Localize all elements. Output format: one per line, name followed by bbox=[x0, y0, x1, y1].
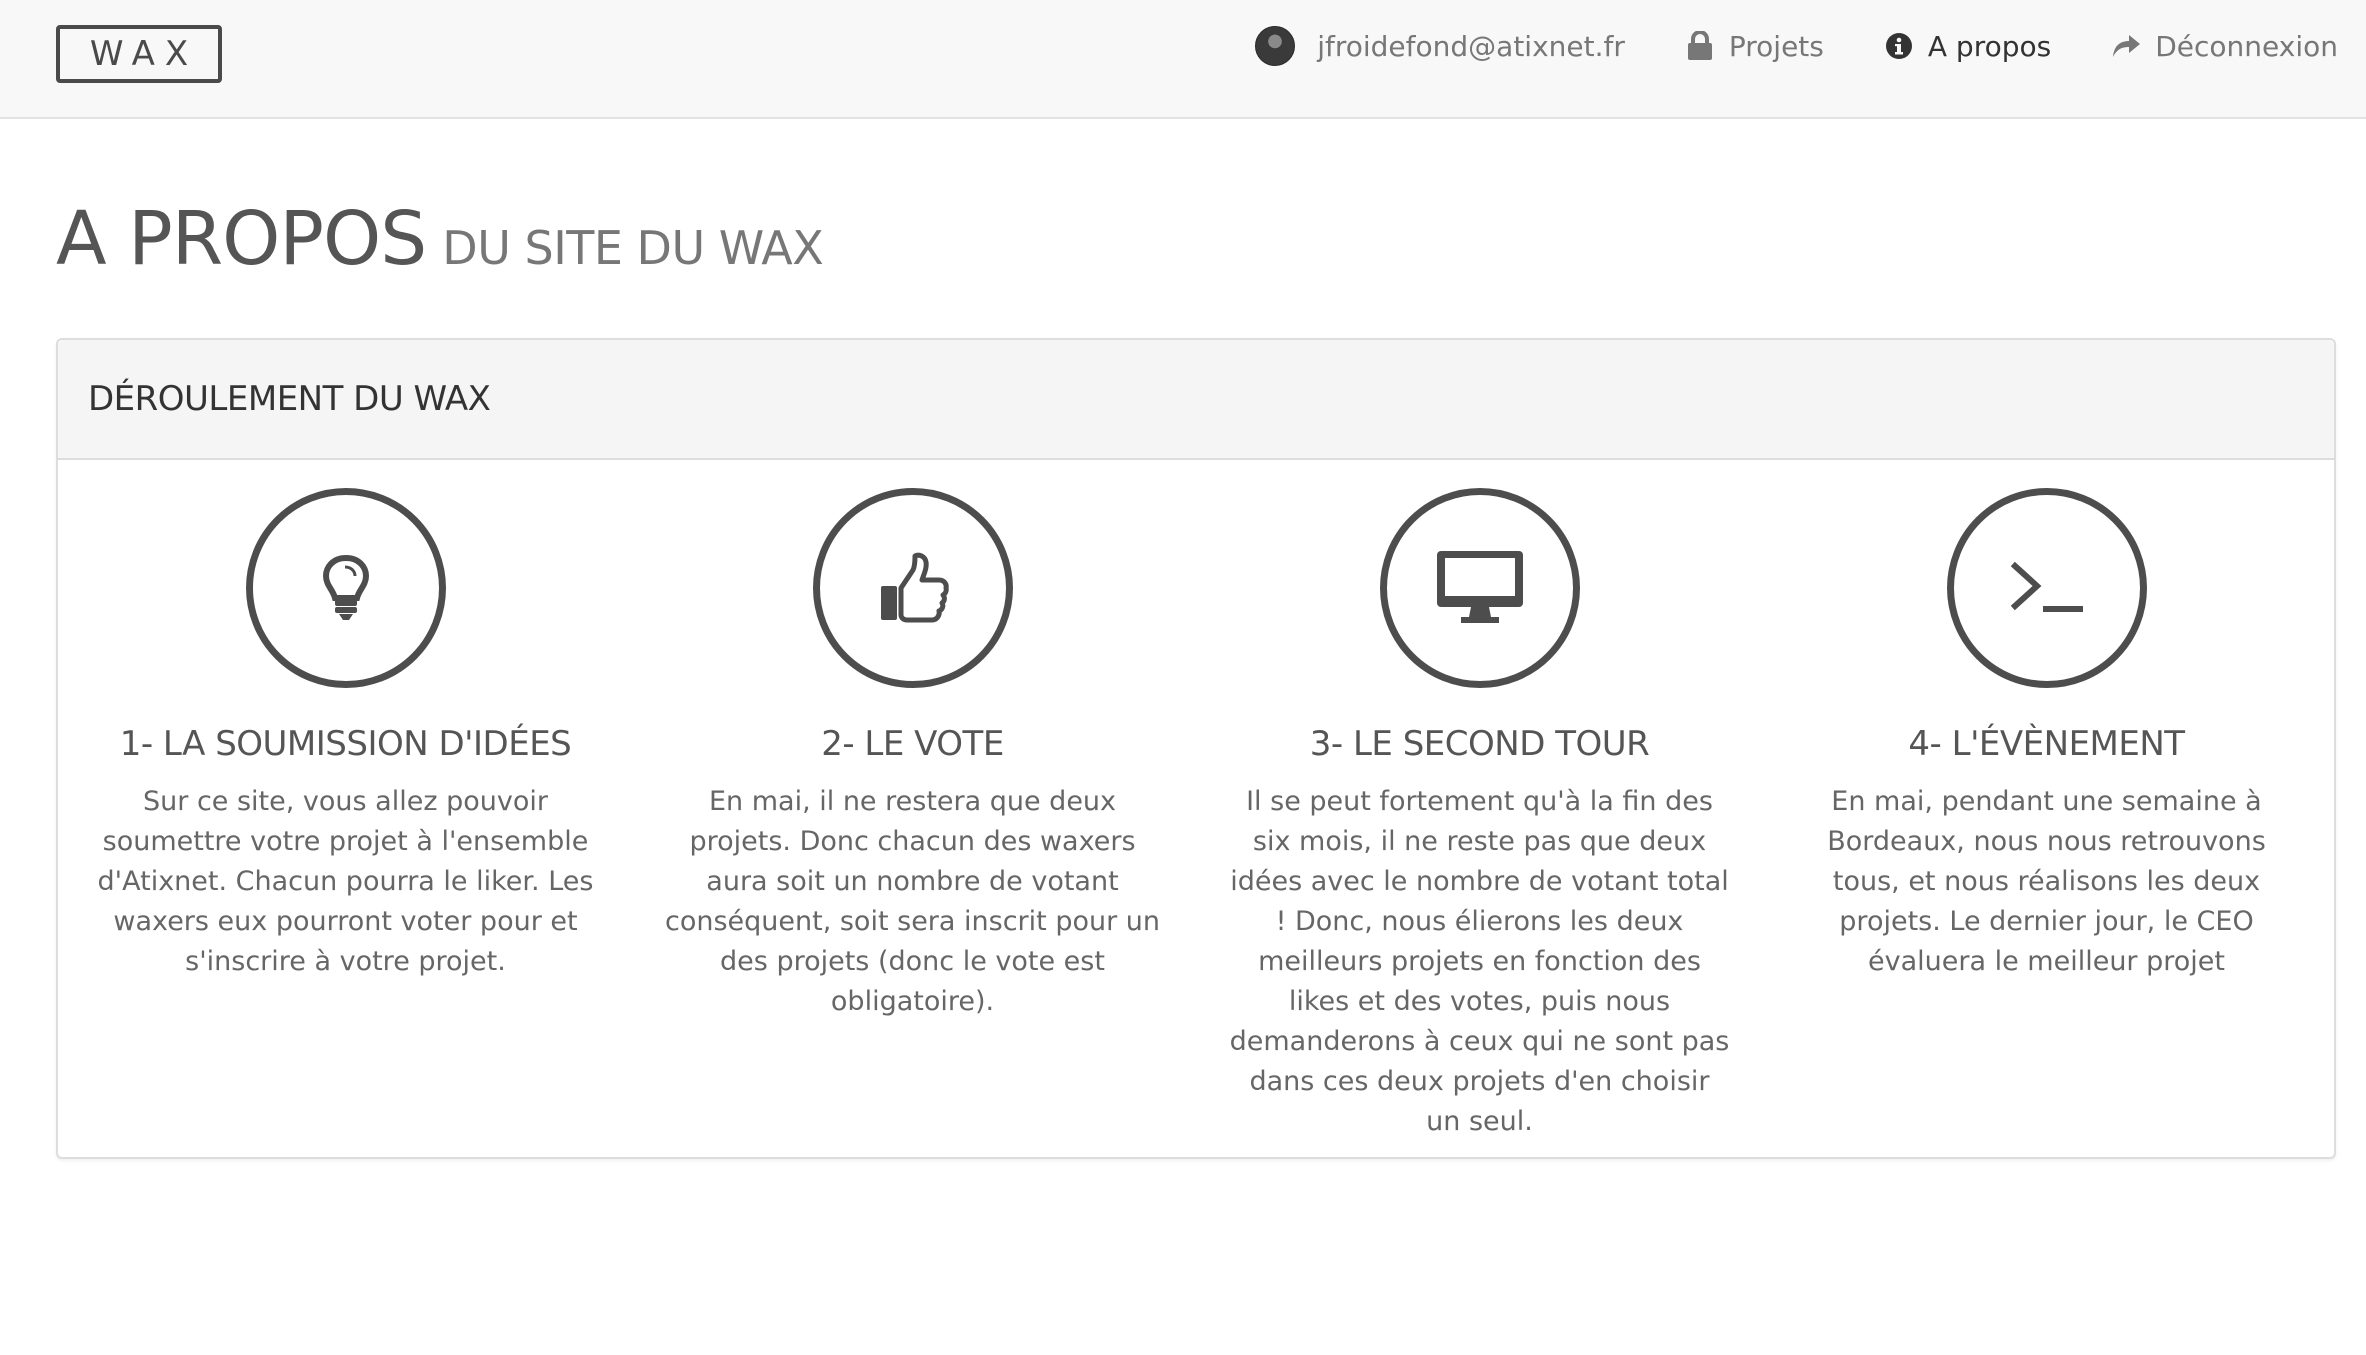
step-icon-circle bbox=[812, 488, 1013, 688]
page-header: A PROPOS DU SITE DU WAX bbox=[56, 196, 824, 282]
step-icon-circle bbox=[1946, 488, 2147, 688]
lock-icon bbox=[1685, 31, 1715, 61]
step-description: Il se peut fortement qu'à la fin des six… bbox=[1229, 786, 1730, 1137]
step-title: 1- LA SOUMISSION D'IDÉES bbox=[119, 724, 572, 764]
panel-title: DÉROULEMENT DU WAX bbox=[88, 379, 491, 419]
step-vote: 2- LE VOTE En mai, il ne restera que deu… bbox=[629, 460, 1196, 1169]
nav-item-label: Déconnexion bbox=[2155, 29, 2338, 63]
step-description: En mai, pendant une semaine à Bordeaux, … bbox=[1827, 786, 2266, 977]
nav-item-a-propos[interactable]: A propos bbox=[1884, 30, 2051, 63]
navbar: WAX jfroidefond@atixnet.fr Projets A pro… bbox=[0, 0, 2366, 119]
step-event: 4- L'ÉVÈNEMENT En mai, pendant une semai… bbox=[1763, 460, 2330, 1169]
desktop-icon bbox=[1436, 551, 1523, 623]
navbar-menu: jfroidefond@atixnet.fr Projets A propos … bbox=[1255, 0, 2338, 92]
brand-logo[interactable]: WAX bbox=[56, 25, 222, 83]
share-arrow-icon bbox=[2111, 31, 2141, 61]
terminal-icon bbox=[2010, 561, 2083, 612]
step-icon-circle bbox=[245, 488, 446, 688]
panel-heading: DÉROULEMENT DU WAX bbox=[58, 340, 2334, 460]
step-title: 4- L'ÉVÈNEMENT bbox=[1908, 724, 2185, 764]
nav-item-projets[interactable]: Projets bbox=[1685, 30, 1824, 63]
step-title: 2- LE VOTE bbox=[821, 724, 1004, 764]
nav-user[interactable]: jfroidefond@atixnet.fr bbox=[1255, 26, 1625, 66]
process-panel: DÉROULEMENT DU WAX 1- LA SOUMISSION D'ID… bbox=[56, 338, 2336, 1159]
step-title: 3- LE SECOND TOUR bbox=[1309, 724, 1650, 764]
page-subtitle: DU SITE DU WAX bbox=[442, 221, 824, 275]
step-description: En mai, il ne restera que deux projets. … bbox=[664, 786, 1161, 1017]
step-icon-circle bbox=[1379, 488, 1580, 688]
step-description: Sur ce site, vous allez pouvoir soumettr… bbox=[97, 786, 594, 977]
user-email: jfroidefond@atixnet.fr bbox=[1317, 29, 1625, 63]
page-title: A PROPOS bbox=[56, 196, 427, 282]
avatar bbox=[1255, 26, 1296, 66]
lightbulb-icon bbox=[322, 554, 369, 620]
step-second-round: 3- LE SECOND TOUR Il se peut fortement q… bbox=[1196, 460, 1763, 1169]
nav-item-label: A propos bbox=[1927, 29, 2052, 63]
thumbs-up-icon bbox=[880, 552, 949, 623]
info-circle-icon bbox=[1884, 31, 1914, 61]
nav-item-label: Projets bbox=[1728, 29, 1824, 63]
steps-row: 1- LA SOUMISSION D'IDÉES Sur ce site, vo… bbox=[58, 460, 2334, 1169]
step-submission: 1- LA SOUMISSION D'IDÉES Sur ce site, vo… bbox=[62, 460, 629, 1169]
nav-item-deconnexion[interactable]: Déconnexion bbox=[2111, 30, 2338, 63]
